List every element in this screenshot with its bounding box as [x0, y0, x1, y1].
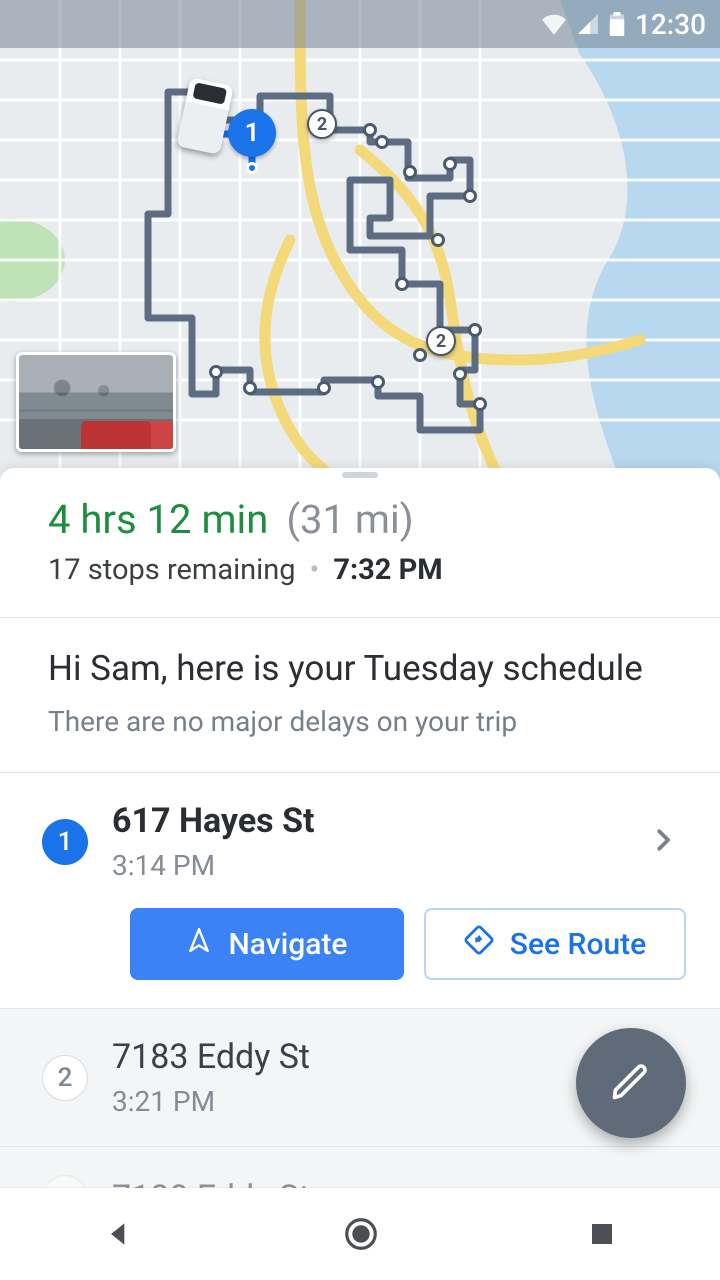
waypoint-dot — [453, 367, 467, 381]
map-badge-stop-2a[interactable]: 2 — [307, 109, 337, 139]
navigate-button[interactable]: Navigate — [130, 908, 404, 980]
waypoint-dot — [317, 381, 331, 395]
greeting-sub: There are no major delays on your trip — [48, 705, 672, 738]
waypoint-dot — [413, 348, 427, 362]
status-bar: 12:30 — [0, 0, 720, 48]
map-badge-stop-1[interactable]: 1 — [228, 109, 276, 157]
stop-time: 3:14 PM — [112, 849, 624, 882]
see-route-button[interactable]: See Route — [424, 908, 686, 980]
waypoint-dot — [395, 277, 409, 291]
greeting-block: Hi Sam, here is your Tuesday schedule Th… — [0, 618, 720, 773]
stops-remaining: 17 stops remaining — [48, 553, 296, 587]
nav-recent-icon[interactable] — [587, 1219, 617, 1249]
status-time: 12:30 — [635, 8, 706, 41]
cell-signal-icon — [577, 13, 599, 35]
nav-home-icon[interactable] — [342, 1215, 380, 1253]
waypoint-dot — [363, 123, 377, 137]
chevron-right-icon — [648, 825, 678, 859]
edit-fab[interactable] — [576, 1028, 686, 1138]
sheet-drag-handle[interactable] — [342, 472, 378, 478]
waypoint-dot — [431, 233, 445, 247]
waypoint-dot — [243, 381, 257, 395]
greeting-headline: Hi Sam, here is your Tuesday schedule — [48, 648, 672, 689]
stop-badge: 1 — [42, 819, 88, 865]
route-distance: (31 mi) — [286, 496, 413, 543]
stop-item-active[interactable]: 1 617 Hayes St 3:14 PM Navigate See Rout… — [0, 773, 720, 1009]
nav-back-icon[interactable] — [103, 1218, 135, 1250]
android-navbar — [0, 1188, 720, 1280]
see-route-label: See Route — [510, 927, 646, 962]
stop-address: 617 Hayes St — [112, 801, 624, 841]
stop-badge: 2 — [42, 1055, 88, 1101]
battery-icon — [609, 12, 625, 36]
bottom-sheet: 4 hrs 12 min (31 mi) 17 stops remaining … — [0, 468, 720, 1280]
waypoint-dot — [463, 189, 477, 203]
directions-icon — [464, 925, 494, 963]
waypoint-dot — [209, 365, 223, 379]
waypoint-dot — [473, 397, 487, 411]
pencil-icon — [609, 1059, 653, 1107]
waypoint-dot — [371, 375, 385, 389]
waypoint-dot — [403, 165, 417, 179]
route-summary: 4 hrs 12 min (31 mi) 17 stops remaining … — [0, 468, 720, 618]
map-badge-stop-2b[interactable]: 2 — [426, 326, 456, 356]
waypoint-dot — [468, 323, 482, 337]
separator-dot: • — [310, 553, 320, 587]
current-location-dot — [246, 162, 258, 174]
waypoint-dot — [375, 135, 389, 149]
streetview-thumbnail[interactable] — [16, 352, 176, 452]
navigate-icon — [186, 925, 212, 963]
waypoint-dot — [443, 157, 457, 171]
navigate-label: Navigate — [228, 927, 347, 962]
route-map[interactable]: 1 2 2 — [0, 0, 720, 480]
route-eta: 7:32 PM — [333, 553, 442, 587]
route-duration: 4 hrs 12 min — [48, 496, 268, 543]
wifi-icon — [541, 13, 567, 35]
